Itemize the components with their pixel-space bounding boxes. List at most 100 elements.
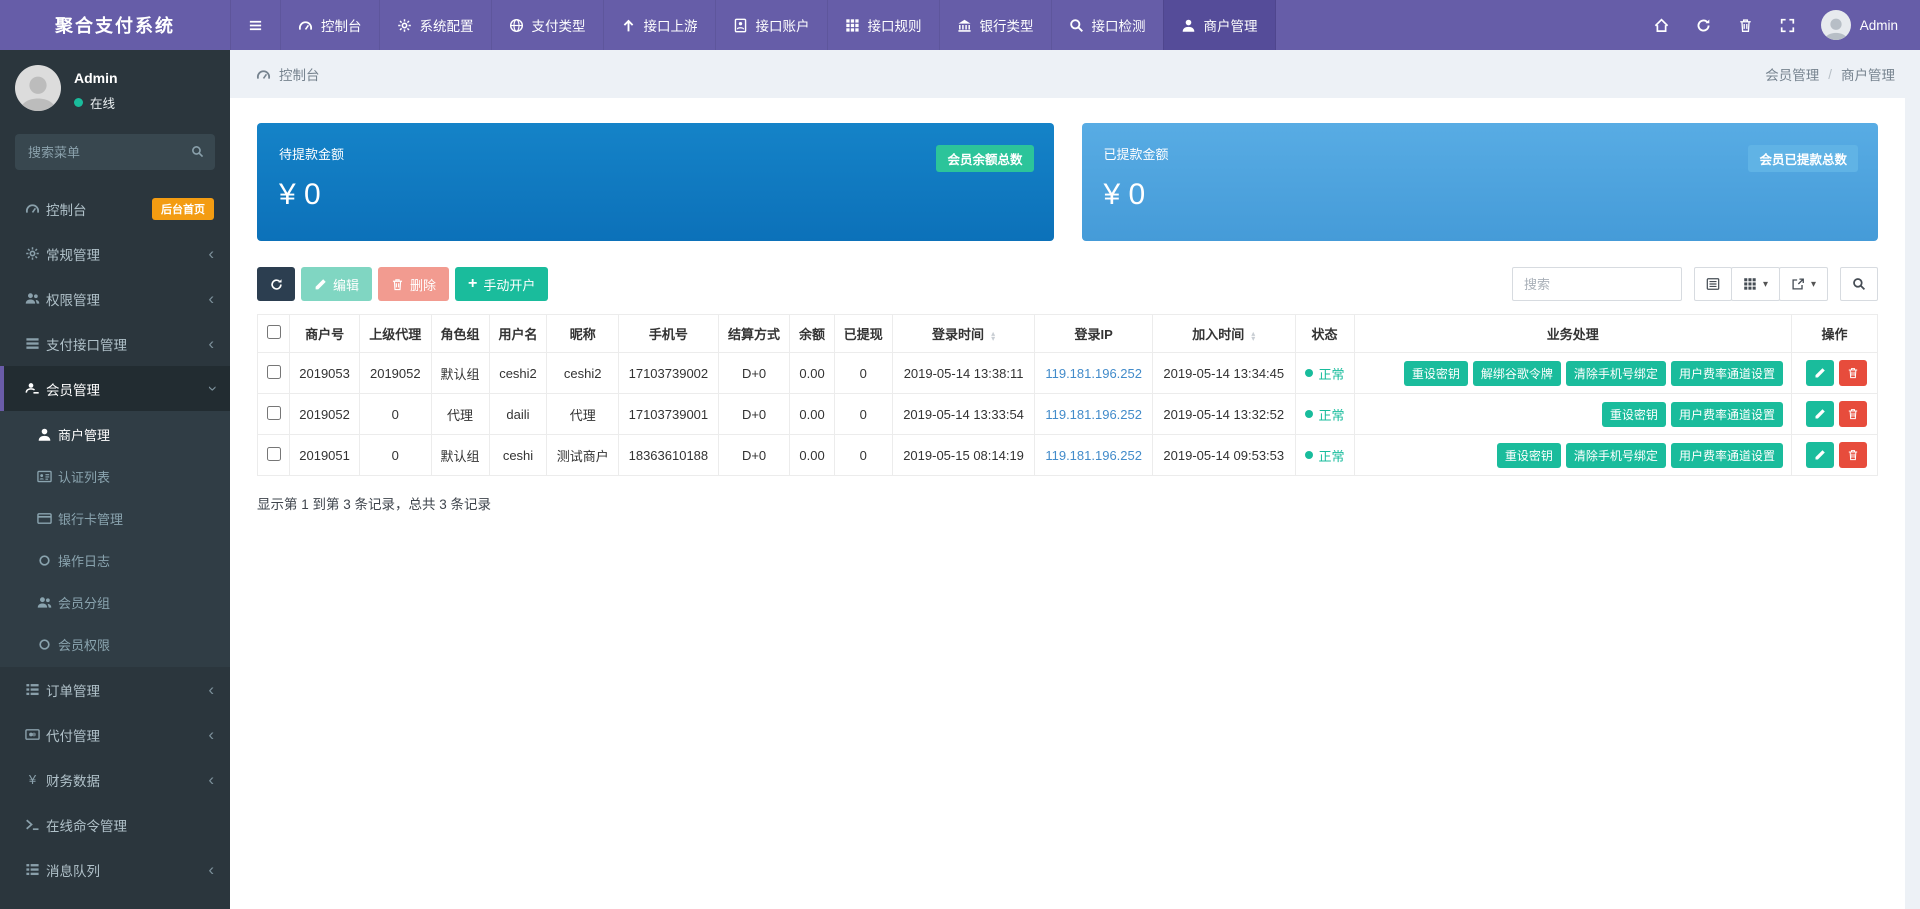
select-all-checkbox[interactable]: [267, 325, 281, 339]
sidebar-item-member-group[interactable]: 会员分组: [0, 581, 230, 623]
row-checkbox[interactable]: [267, 447, 281, 461]
toggle-view-button[interactable]: [1694, 267, 1732, 301]
ip-link[interactable]: 119.181.196.252: [1045, 448, 1142, 463]
action-chip[interactable]: 用户费率通道设置: [1671, 361, 1783, 386]
refresh-button[interactable]: [257, 267, 295, 301]
table-body: 20190532019052默认组ceshi2ceshi217103739002…: [258, 353, 1878, 476]
sidebar-item-member-permission[interactable]: 会员权限: [0, 623, 230, 665]
sidebar-item-permission-manage[interactable]: 权限管理‹: [0, 276, 230, 321]
column-login_time[interactable]: 登录时间▴▾: [892, 315, 1035, 353]
column-withdrawn: 已提现: [834, 315, 892, 353]
sidebar-item-finance-data[interactable]: ¥财务数据‹: [0, 757, 230, 802]
action-chip[interactable]: 清除手机号绑定: [1566, 443, 1666, 468]
withdrawn-card: 已提款金额 ¥ 0 会员已提款总数: [1082, 123, 1879, 241]
export-button[interactable]: ▾: [1779, 267, 1828, 301]
action-chip[interactable]: 重设密钥: [1602, 402, 1666, 427]
fullscreen-button[interactable]: [1767, 0, 1809, 50]
sidebar-item-member-manage[interactable]: 会员管理‹: [0, 366, 230, 411]
table-search-input[interactable]: [1512, 267, 1682, 301]
sidebar-toggle-button[interactable]: [230, 0, 280, 50]
menu-icon: [248, 18, 263, 33]
ip-link[interactable]: 119.181.196.252: [1045, 366, 1142, 381]
id-card-icon: [31, 469, 58, 484]
merchant-table-wrap: 商户号上级代理角色组用户名昵称手机号结算方式余额已提现登录时间▴▾登录IP加入时…: [257, 314, 1878, 476]
nav-item-api-upstream[interactable]: 接口上游: [603, 0, 715, 50]
cell-role_group: 默认组: [431, 435, 489, 476]
sidebar-item-general-manage[interactable]: 常规管理‹: [0, 231, 230, 276]
columns-button[interactable]: ▾: [1731, 267, 1780, 301]
sidebar-item-pay-api-manage[interactable]: 支付接口管理‹: [0, 321, 230, 366]
cell-login_time: 2019-05-14 13:38:11: [892, 353, 1035, 394]
nav-item-merchant-manage[interactable]: 商户管理: [1163, 0, 1276, 50]
cell-username: ceshi: [489, 435, 547, 476]
circle-icon: [31, 637, 58, 652]
sidebar-item-bank-card-manage[interactable]: 银行卡管理: [0, 497, 230, 539]
address-book-icon: [733, 18, 748, 33]
column-join_time[interactable]: 加入时间▴▾: [1152, 315, 1295, 353]
nav-item-api-check[interactable]: 接口检测: [1051, 0, 1163, 50]
home-button[interactable]: [1641, 0, 1683, 50]
navbar-right: Admin: [1641, 0, 1920, 50]
sidebar-item-operation-log[interactable]: 操作日志: [0, 539, 230, 581]
nav-item-system-config[interactable]: 系统配置: [379, 0, 491, 50]
cell-merchant_id: 2019053: [290, 353, 360, 394]
sidebar-item-merchant-manage[interactable]: 商户管理: [0, 413, 230, 455]
advanced-search-button[interactable]: [1840, 267, 1878, 301]
row-edit-button[interactable]: [1806, 360, 1834, 386]
sidebar-item-online-command[interactable]: 在线命令管理: [0, 802, 230, 847]
plus-icon: +: [468, 276, 477, 292]
breadcrumb-section[interactable]: 会员管理: [1765, 64, 1819, 84]
user-menu[interactable]: Admin: [1809, 10, 1920, 40]
nav-item-bank-type[interactable]: 银行类型: [939, 0, 1051, 50]
row-delete-button[interactable]: [1839, 442, 1867, 468]
nav-item-dashboard[interactable]: 控制台: [280, 0, 379, 50]
breadcrumb-right: 会员管理 / 商户管理: [1765, 64, 1895, 84]
ip-link[interactable]: 119.181.196.252: [1045, 407, 1142, 422]
action-chip[interactable]: 解绑谷歌令牌: [1473, 361, 1561, 386]
sort-icon[interactable]: ▴▾: [1251, 331, 1255, 341]
sidebar-item-order-manage[interactable]: 订单管理‹: [0, 667, 230, 712]
nav-item-label: 接口规则: [868, 15, 922, 35]
row-checkbox[interactable]: [267, 365, 281, 379]
column-parent: 上级代理: [360, 315, 431, 353]
action-chip[interactable]: 用户费率通道设置: [1671, 402, 1783, 427]
action-chip[interactable]: 重设密钥: [1497, 443, 1561, 468]
row-checkbox[interactable]: [267, 406, 281, 420]
cell-balance: 0.00: [790, 353, 835, 394]
svg-text:¥: ¥: [28, 772, 37, 787]
row-edit-button[interactable]: [1806, 442, 1834, 468]
sidebar-item-message-queue[interactable]: 消息队列‹: [0, 847, 230, 892]
nav-item-api-rule[interactable]: 接口规则: [827, 0, 939, 50]
table-row: 20190532019052默认组ceshi2ceshi217103739002…: [258, 353, 1878, 394]
toolbar-right: ▾ ▾: [1512, 267, 1878, 301]
nav-item-api-account[interactable]: 接口账户: [715, 0, 827, 50]
manual-open-account-button[interactable]: + 手动开户: [455, 267, 548, 301]
sidebar: Admin 在线 控制台后台首页常规管理‹权限管理‹支付接口管理‹会员管理‹商户…: [0, 50, 230, 909]
table-row: 20190520代理daili代理17103739001D+00.0002019…: [258, 394, 1878, 435]
sidebar-item-dashboard[interactable]: 控制台后台首页: [0, 186, 230, 231]
sidebar-item-agentpay-manage[interactable]: 代付管理‹: [0, 712, 230, 757]
sidebar-item-label: 会员管理: [46, 379, 100, 399]
edit-button[interactable]: 编辑: [301, 267, 372, 301]
arrow-up-icon: [621, 18, 636, 33]
sort-icon[interactable]: ▴▾: [991, 331, 995, 341]
refresh-button[interactable]: [1683, 0, 1725, 50]
list-alt-icon: [1706, 277, 1720, 291]
menu-search-input[interactable]: [15, 134, 215, 170]
action-chip[interactable]: 清除手机号绑定: [1566, 361, 1666, 386]
row-delete-button[interactable]: [1839, 401, 1867, 427]
row-delete-button[interactable]: [1839, 360, 1867, 386]
delete-button[interactable]: 删除: [378, 267, 449, 301]
trash-icon: [1738, 18, 1753, 33]
cell-parent: 0: [360, 394, 431, 435]
action-chip[interactable]: 用户费率通道设置: [1671, 443, 1783, 468]
action-chip[interactable]: 重设密钥: [1404, 361, 1468, 386]
cell-parent: 2019052: [360, 353, 431, 394]
sidebar-item-auth-list[interactable]: 认证列表: [0, 455, 230, 497]
chevron-left-icon: ‹: [208, 681, 214, 698]
row-edit-button[interactable]: [1806, 401, 1834, 427]
users-icon: [31, 595, 58, 610]
clear-cache-button[interactable]: [1725, 0, 1767, 50]
nav-item-pay-type[interactable]: 支付类型: [491, 0, 603, 50]
column-label: 结算方式: [728, 327, 780, 342]
